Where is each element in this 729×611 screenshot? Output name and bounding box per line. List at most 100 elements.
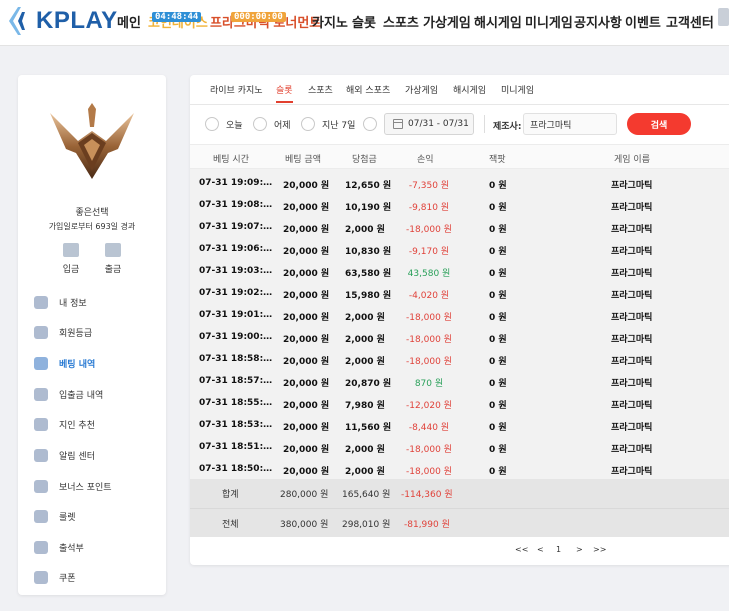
radio-last-7-days[interactable]: 지난 7일 [301,117,355,131]
radio-circle [205,117,219,131]
sidebar-item-referral[interactable]: 지인 추천 [34,414,154,434]
current-page[interactable]: 1 [556,545,561,554]
cell-profit-loss: -18,000 원 [406,225,452,235]
table-header: 베팅 시간 베팅 금액 당첨금 손익 잭팟 게임 이름 [190,144,729,169]
cell-jackpot: 0 원 [489,401,507,411]
cell-jackpot: 0 원 [489,181,507,191]
sidebar-item-bonus-points[interactable]: 보너스 포인트 [34,476,154,496]
first-page-button[interactable]: << [515,545,528,554]
notification-icon [34,448,48,462]
cell-game-name: 프라그마틱 [611,247,653,257]
prev-page-button[interactable]: < [537,545,544,554]
cell-game-name: 프라그마틱 [611,423,653,433]
cell-profit-loss: -4,020 원 [408,291,450,301]
cell-profit-loss: -12,020 원 [406,401,452,411]
cell-jackpot: 0 원 [489,203,507,213]
cell-profit-loss: -18,000 원 [406,467,452,477]
cell-profit-loss: -18,000 원 [406,335,452,345]
cell-game-name: 프라그마틱 [611,225,653,235]
sidebar-item-attendance[interactable]: 출석부 [34,537,154,557]
grade-icon [34,325,48,339]
nav-sports[interactable]: 스포츠 [383,12,419,31]
col-game-name: 게임 이름 [614,155,650,165]
bet-history-icon [34,356,48,370]
radio-circle [363,117,377,131]
table-row: 07-31 18:58:… 20,000 원 2,000 원 -18,000 원 0 원… [190,349,729,371]
user-sidebar: 좋은선택 가입일로부터 693일 경과 입금 출금 내 정보 회원등급 베팅 내… [18,75,166,595]
cell-winnings: 11,560 원 [345,423,392,433]
tab-overseas-sports[interactable]: 해외 스포츠 [346,83,390,101]
radio-today[interactable]: 오늘 [205,117,243,131]
tab-live-casino[interactable]: 라이브 카지노 [210,83,263,101]
cell-bet-amount: 20,000 원 [283,225,330,235]
profile-icon [34,295,48,309]
table-row: 07-31 19:01:… 20,000 원 2,000 원 -18,000 원 0 원… [190,305,729,327]
table-body: 07-31 19:09:… 20,000 원 12,650 원 -7,350 원 0 원… [190,169,729,479]
cell-profit-loss: -18,000 원 [406,357,452,367]
tab-slot[interactable]: 슬롯 [276,83,293,103]
subtotal-profit-loss: -114,360 원 [401,490,453,500]
nav-notice[interactable]: 공지사항 [574,12,622,31]
nav-hash-games[interactable]: 해시게임 [474,12,522,31]
radio-label: 오늘 [226,120,243,131]
cell-game-name: 프라그마틱 [611,467,653,477]
nav-virtual-games[interactable]: 가상게임 [423,12,471,31]
tab-virtual-games[interactable]: 가상게임 [405,83,438,101]
table-row: 07-31 18:53:… 20,000 원 11,560 원 -8,440 원 0 원… [190,415,729,437]
radio-yesterday[interactable]: 어제 [253,117,291,131]
header-extra-icon[interactable] [718,8,729,26]
maker-label: 제조사: [493,122,522,132]
sidebar-item-notifications[interactable]: 알림 센터 [34,445,154,465]
cell-winnings: 20,870 원 [345,379,392,389]
cell-game-name: 프라그마틱 [611,357,653,367]
next-page-button[interactable]: > [576,545,583,554]
withdraw-button[interactable]: 출금 [98,243,128,275]
nav-support[interactable]: 고객센터 [666,12,714,31]
cell-bet-amount: 20,000 원 [283,291,330,301]
sidebar-item-label: 베팅 내역 [59,359,96,370]
col-profit-loss: 손익 [417,155,434,165]
tab-sports[interactable]: 스포츠 [308,83,333,101]
cell-bet-time: 07-31 18:58:… [199,354,273,364]
cell-winnings: 10,830 원 [345,247,392,257]
nav-events[interactable]: 이벤트 [625,12,661,31]
cell-profit-loss: -18,000 원 [406,313,452,323]
sidebar-item-grade[interactable]: 회원등급 [34,322,154,342]
maker-input[interactable] [523,113,617,135]
filter-bar: 오늘 어제 지난 7일 07/31 - 07/31 제조사: 검색 [190,105,729,143]
coupon-icon [34,570,48,584]
cell-profit-loss: -18,000 원 [406,445,452,455]
search-button[interactable]: 검색 [627,113,691,135]
cell-bet-time: 07-31 18:53:… [199,420,273,430]
tab-mini-games[interactable]: 미니게임 [501,83,534,101]
sidebar-item-label: 입출금 내역 [59,390,104,401]
col-jackpot: 잭팟 [489,155,506,165]
sidebar-item-transactions[interactable]: 입출금 내역 [34,384,154,404]
table-row: 07-31 19:06:… 20,000 원 10,830 원 -9,170 원 0 원… [190,239,729,261]
sidebar-item-bet-history[interactable]: 베팅 내역 [34,353,154,373]
sidebar-item-label: 보너스 포인트 [59,482,112,493]
nav-main[interactable]: 메인 [117,12,141,31]
nav-slot[interactable]: 슬롯 [352,12,376,31]
cell-bet-time: 07-31 18:57:… [199,376,273,386]
deposit-label: 입금 [62,265,80,275]
nav-casino[interactable]: 카지노 [312,12,348,31]
sidebar-item-coupon[interactable]: 쿠폰 [34,567,154,587]
tab-hash-games[interactable]: 해시게임 [453,83,486,101]
deposit-button[interactable]: 입금 [56,243,86,275]
cell-bet-amount: 20,000 원 [283,357,330,367]
date-range-picker[interactable]: 07/31 - 07/31 [384,113,474,135]
last-page-button[interactable]: >> [593,545,606,554]
cell-bet-time: 07-31 19:09:… [199,178,273,188]
coin-race-timer: 04:48:44 [152,12,202,22]
radio-custom-range[interactable] [363,117,384,131]
subtotal-label: 합계 [222,490,239,500]
cell-winnings: 2,000 원 [345,225,385,235]
cell-game-name: 프라그마틱 [611,335,653,345]
radio-circle [301,117,315,131]
sidebar-item-roulette[interactable]: 룰렛 [34,506,154,526]
sidebar-item-my-info[interactable]: 내 정보 [34,292,154,312]
nav-mini-games[interactable]: 미니게임 [525,12,573,31]
cell-bet-amount: 20,000 원 [283,203,330,213]
logo[interactable]: KPLAY [8,6,118,36]
